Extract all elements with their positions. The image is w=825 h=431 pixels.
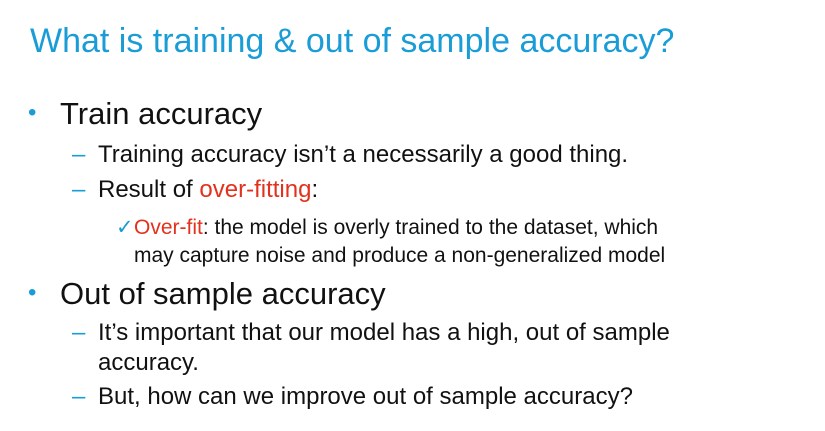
subbullet-suffix: :: [311, 176, 319, 203]
subbullet-important-line2: accuracy.: [98, 349, 199, 376]
slide-title: What is training & out of sample accurac…: [30, 22, 675, 60]
heading-train-accuracy: Train accuracy: [60, 96, 263, 131]
subbullet-improve-text: But, how can we improve out of sample ac…: [98, 383, 633, 410]
overfit-highlight: Over-fit: [134, 216, 203, 239]
subbullet-training-accuracy: – Training accuracy isn’t a necessarily a…: [72, 141, 628, 169]
checkpoint-line-2: may capture noise and produce a non-gene…: [134, 244, 666, 267]
subbullet-important: – It’s important that our model has a hig…: [72, 318, 670, 378]
dash-icon: –: [72, 319, 86, 346]
heading-out-of-sample: Out of sample accuracy: [60, 276, 386, 311]
bullet-icon: •: [28, 99, 37, 126]
slide: What is training & out of sample accurac…: [0, 0, 825, 431]
check-icon: ✓: [116, 216, 134, 239]
dash-icon: –: [72, 383, 86, 410]
subbullet-text: Training accuracy isn’t a necessarily a …: [98, 141, 629, 168]
dash-icon: –: [72, 141, 86, 168]
subbullet-important-line1: It’s important that our model has a high…: [98, 319, 670, 346]
subbullet-improve: – But, how can we improve out of sample a…: [72, 383, 633, 411]
subbullet-result-overfitting: – Result of over-fitting:: [72, 176, 318, 204]
bullet-out-of-sample-accuracy: • Out of sample accuracy: [28, 276, 386, 312]
bullet-train-accuracy: • Train accuracy: [28, 96, 262, 132]
subbullet-prefix: Result of: [98, 176, 200, 203]
checkpoint-line1-rest: : the model is overly trained to the dat…: [202, 216, 659, 239]
bullet-icon: •: [28, 279, 37, 306]
dash-icon: –: [72, 176, 86, 203]
checkpoint-overfit: ✓Over-fit: the model is overly trained t…: [116, 214, 796, 270]
checkpoint-line-1: ✓Over-fit: the model is overly trained t…: [116, 214, 796, 242]
overfitting-highlight: over-fitting: [199, 176, 312, 203]
